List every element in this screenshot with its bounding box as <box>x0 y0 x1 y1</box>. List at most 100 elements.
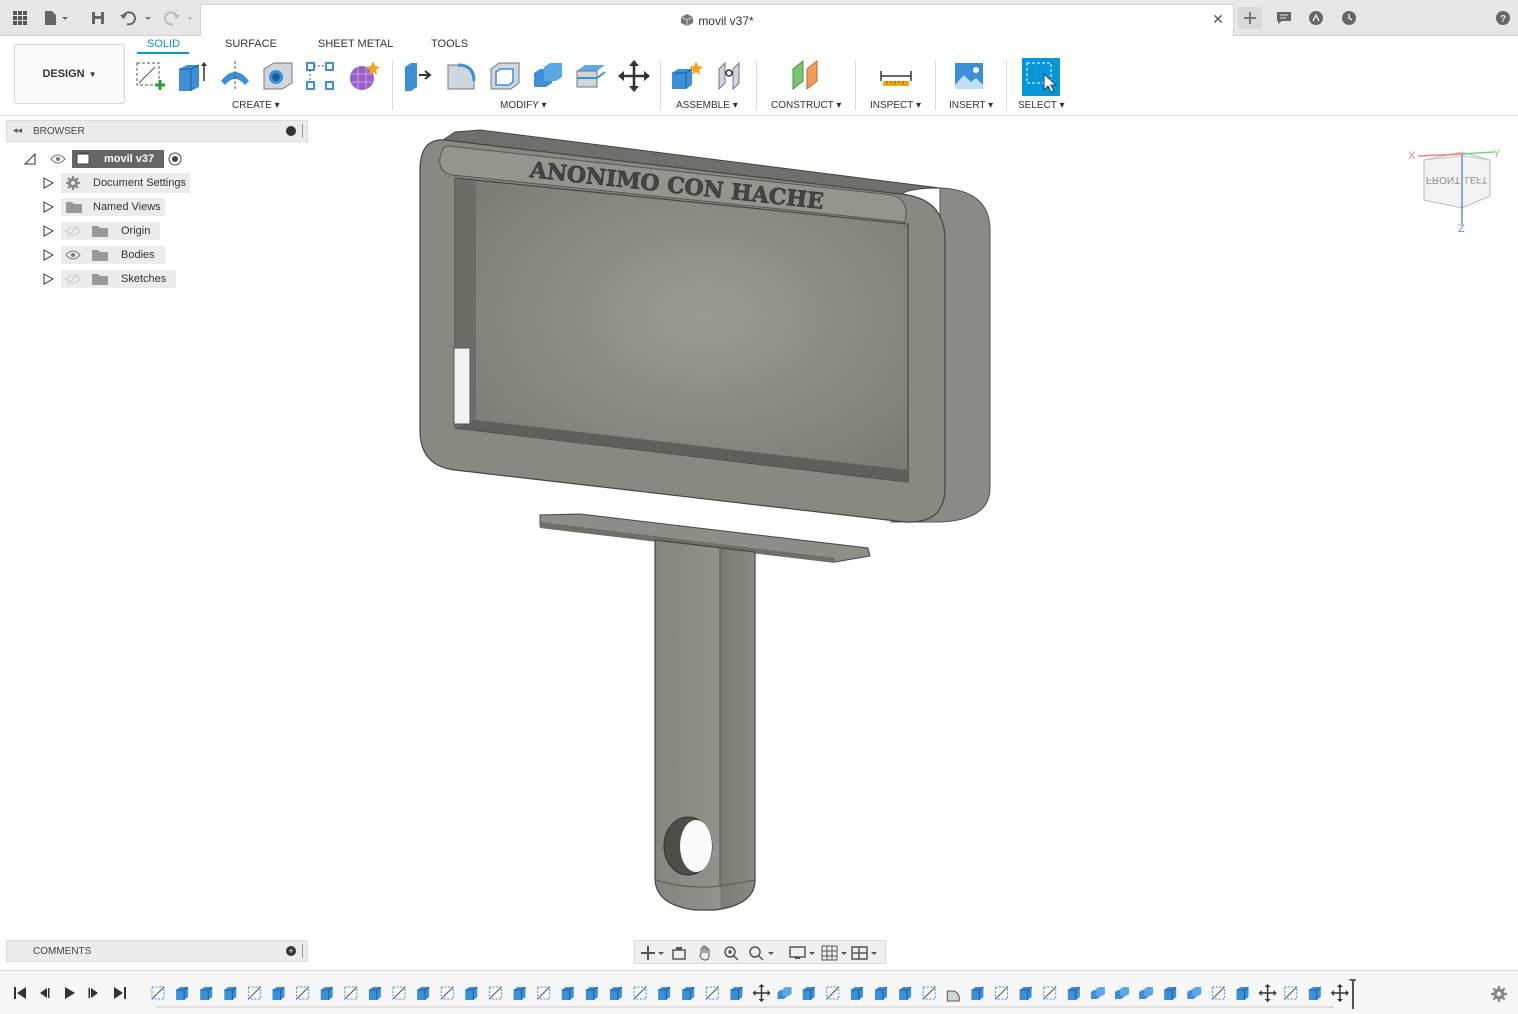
timeline-feature[interactable] <box>1211 986 1225 1000</box>
notifications-icon[interactable] <box>1274 7 1294 29</box>
timeline-feature[interactable] <box>488 986 502 1000</box>
timeline-feature[interactable] <box>561 986 574 1000</box>
timeline-feature[interactable] <box>899 986 912 1000</box>
timeline-feature[interactable] <box>440 986 454 1000</box>
timeline-feature[interactable] <box>1115 987 1129 999</box>
tree-item-named-views[interactable]: Named Views <box>42 197 165 217</box>
redo-icon[interactable] <box>160 7 196 29</box>
tree-item-bodies[interactable]: Bodies <box>42 245 165 265</box>
timeline-feature[interactable] <box>151 986 165 1000</box>
insert-menu[interactable]: INSERT ▾ <box>949 100 993 111</box>
timeline-feature[interactable] <box>513 986 526 1000</box>
timeline-feature[interactable] <box>826 986 840 1000</box>
timeline-feature[interactable] <box>971 986 984 1000</box>
step-back-icon[interactable] <box>34 983 54 1003</box>
shell-icon[interactable] <box>487 58 523 94</box>
press-pull-icon[interactable] <box>400 58 436 94</box>
look-at-icon[interactable] <box>669 944 689 962</box>
tree-item-sketches[interactable]: Sketches <box>42 269 177 289</box>
job-status-icon[interactable] <box>1306 7 1326 29</box>
timeline-feature[interactable] <box>1330 984 1349 1002</box>
timeline-feature[interactable] <box>850 986 864 1000</box>
timeline-feature[interactable] <box>946 990 960 1002</box>
timeline-feature[interactable] <box>730 986 743 1000</box>
extrude-icon[interactable] <box>174 58 210 94</box>
timeline-feature[interactable] <box>247 986 261 1000</box>
create-menu[interactable]: CREATE ▾ <box>232 100 280 111</box>
history-icon[interactable] <box>1339 7 1359 29</box>
create-form-icon[interactable] <box>345 58 381 94</box>
timeline-feature[interactable] <box>1258 984 1277 1002</box>
offset-plane-icon[interactable] <box>788 58 824 94</box>
timeline-feature[interactable] <box>392 986 406 1000</box>
step-forward-icon[interactable] <box>84 983 104 1003</box>
tab-surface[interactable]: SURFACE <box>225 38 277 50</box>
tree-root[interactable]: movil v37 <box>24 149 182 169</box>
timeline-track[interactable] <box>146 979 1358 1009</box>
view-cube[interactable]: FRONT LEFT X Y Z <box>1408 148 1501 235</box>
timeline-feature[interactable] <box>633 986 647 1000</box>
go-to-start-icon[interactable] <box>10 983 30 1003</box>
play-icon[interactable] <box>59 983 79 1003</box>
timeline-feature[interactable] <box>609 986 623 1000</box>
timeline-feature[interactable] <box>1090 987 1105 999</box>
inspect-menu[interactable]: INSPECT ▾ <box>870 100 921 111</box>
panel-grip-icon[interactable] <box>302 124 304 138</box>
timeline-feature[interactable] <box>995 986 1008 1000</box>
tree-item-origin[interactable]: Origin <box>42 221 161 241</box>
timeline-feature[interactable] <box>224 986 237 1000</box>
timeline-feature[interactable] <box>1164 986 1177 1000</box>
new-tab-icon[interactable] <box>1238 7 1262 29</box>
orbit-icon[interactable] <box>639 944 665 962</box>
timeline-feature[interactable] <box>176 986 189 1000</box>
tree-item-document-settings[interactable]: Document Settings <box>42 173 190 193</box>
timeline-feature[interactable] <box>705 986 719 1000</box>
undo-icon[interactable] <box>118 7 154 29</box>
timeline-feature[interactable] <box>200 986 213 1000</box>
tab-sheet-metal[interactable]: SHEET METAL <box>318 38 393 50</box>
insert-canvas-icon[interactable] <box>951 58 987 94</box>
tab-tools[interactable]: TOOLS <box>431 38 468 50</box>
timeline-feature[interactable] <box>320 986 333 1000</box>
viewports-icon[interactable] <box>851 944 879 962</box>
timeline-feature[interactable] <box>1284 986 1298 1000</box>
pan-icon[interactable] <box>695 944 715 962</box>
select-icon[interactable] <box>1022 58 1060 96</box>
revolve-icon[interactable] <box>217 58 253 94</box>
timeline-settings-icon[interactable] <box>1490 985 1508 1003</box>
timeline-feature[interactable] <box>1019 986 1032 1000</box>
save-icon[interactable] <box>88 7 108 29</box>
timeline-feature[interactable] <box>585 986 599 1000</box>
display-settings-icon[interactable] <box>789 944 817 962</box>
help-icon[interactable]: ? <box>1493 7 1513 29</box>
timeline-feature[interactable] <box>344 986 358 1000</box>
new-component-icon[interactable] <box>668 58 704 94</box>
move-copy-icon[interactable] <box>616 58 652 94</box>
zoom-icon[interactable] <box>721 944 741 962</box>
timeline-feature[interactable] <box>296 986 310 1000</box>
collapse-panel-icon[interactable]: ◂◂ <box>13 125 22 136</box>
comments-panel[interactable]: COMMENTS + <box>6 940 308 962</box>
timeline-feature[interactable] <box>368 986 382 1000</box>
timeline-feature[interactable] <box>682 986 695 1000</box>
timeline-feature[interactable] <box>537 986 551 1000</box>
root-component[interactable]: movil v37 <box>72 150 165 168</box>
timeline-feature[interactable] <box>465 986 478 1000</box>
timeline-feature[interactable] <box>417 986 430 1000</box>
timeline-feature[interactable] <box>1067 986 1081 1000</box>
timeline-marker[interactable] <box>1348 979 1358 1009</box>
create-sketch-icon[interactable] <box>132 58 168 94</box>
tab-solid[interactable]: SOLID <box>147 38 180 50</box>
close-tab-icon[interactable]: ✕ <box>1209 10 1227 28</box>
combine-icon[interactable] <box>530 58 566 94</box>
app-grid-icon[interactable] <box>10 7 30 29</box>
add-comment-icon[interactable]: + <box>286 946 296 956</box>
timeline-features[interactable] <box>146 979 1358 1009</box>
file-menu-icon[interactable] <box>42 7 72 29</box>
construct-menu[interactable]: CONSTRUCT ▾ <box>771 100 841 111</box>
timeline-feature[interactable] <box>777 987 792 999</box>
fit-icon[interactable] <box>747 944 777 962</box>
joint-icon[interactable] <box>712 58 748 94</box>
offset-face-icon[interactable] <box>573 58 609 94</box>
timeline-feature[interactable] <box>272 986 285 1000</box>
